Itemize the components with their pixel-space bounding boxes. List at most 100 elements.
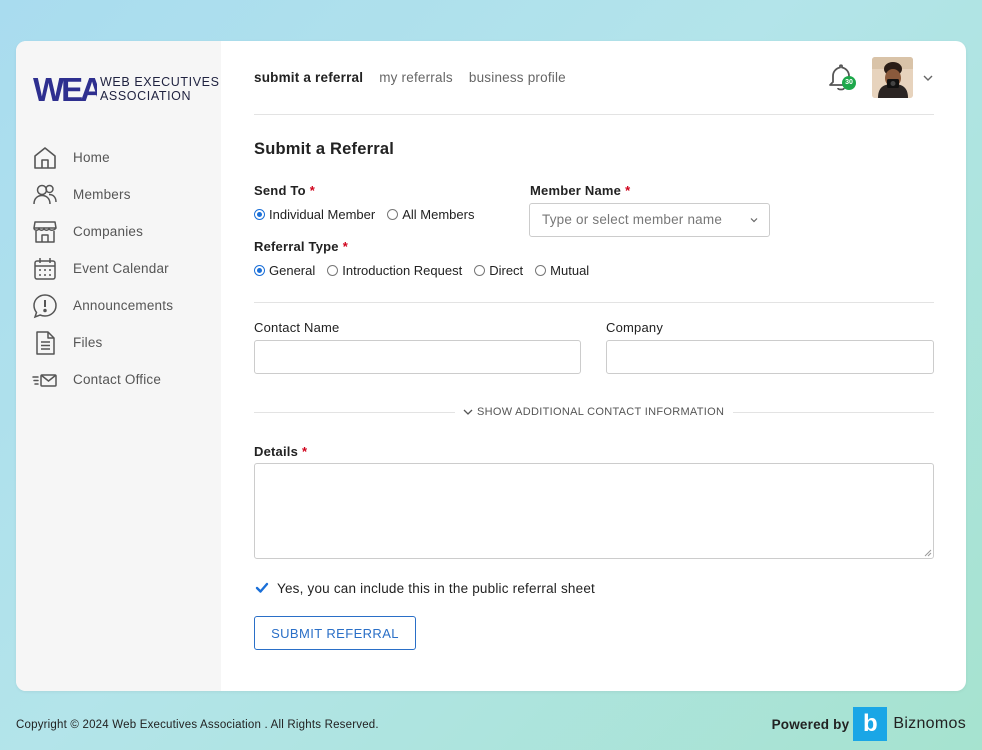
public-referral-checkbox-label[interactable]: Yes, you can include this in the public … <box>277 581 595 596</box>
sidebar-item-companies[interactable]: Companies <box>32 213 173 250</box>
powered-by[interactable]: Powered by b Biznomos <box>772 707 966 741</box>
required-marker: * <box>625 183 631 198</box>
header-divider <box>254 114 934 115</box>
contact-name-label: Contact Name <box>254 320 340 335</box>
sidebar-item-members[interactable]: Members <box>32 176 173 213</box>
brand-name-line1: WEB EXECUTIVES <box>100 75 220 89</box>
sidebar-item-contact-office[interactable]: Contact Office <box>32 361 173 398</box>
tab-submit-referral[interactable]: submit a referral <box>254 70 363 85</box>
user-area: 30 <box>828 57 934 98</box>
details-label: Details * <box>254 444 307 459</box>
sidebar-item-files[interactable]: Files <box>32 324 173 361</box>
show-additional-label: SHOW ADDITIONAL CONTACT INFORMATION <box>477 406 725 418</box>
send-to-radio-group: Individual Member All Members <box>254 207 486 222</box>
radio-label: Introduction Request <box>342 263 463 278</box>
sidebar-item-label: Announcements <box>73 298 174 313</box>
wea-logo-mark: WEA <box>33 71 97 107</box>
radio-label: Individual Member <box>269 207 376 222</box>
radio-button[interactable] <box>327 265 339 276</box>
brand-name-line2: ASSOCIATION <box>100 89 192 103</box>
contact-name-input[interactable] <box>254 340 581 374</box>
sidebar-item-label: Companies <box>73 224 144 239</box>
app-card: WEA WEB EXECUTIVES ASSOCIATION Home Memb… <box>16 41 966 691</box>
submit-referral-button[interactable]: SUBMIT REFERRAL <box>254 616 416 650</box>
required-marker: * <box>342 239 348 254</box>
avatar[interactable] <box>872 57 913 98</box>
divider-left <box>254 412 455 413</box>
chevron-down-icon <box>463 409 473 415</box>
sidebar-nav: Home Members Companies Event Calendar An… <box>32 139 173 398</box>
referral-type-radio-group: General Introduction Request Direct Mutu… <box>254 263 601 278</box>
calendar-icon <box>32 256 58 282</box>
radio-button-selected[interactable] <box>254 265 265 276</box>
radio-individual-member[interactable]: Individual Member <box>254 207 375 222</box>
radio-button-selected[interactable] <box>254 209 265 220</box>
radio-button[interactable] <box>535 265 547 276</box>
copyright-text: Copyright © 2024 Web Executives Associat… <box>16 719 379 731</box>
radio-direct[interactable]: Direct <box>474 263 523 278</box>
company-input[interactable] <box>606 340 934 374</box>
details-label-text: Details <box>254 444 299 459</box>
main-content: submit a referral my referrals business … <box>254 41 934 691</box>
radio-button[interactable] <box>387 209 399 220</box>
page-title: Submit a Referral <box>254 140 395 158</box>
member-name-label-text: Member Name <box>530 183 622 198</box>
divider-right <box>733 412 934 413</box>
storefront-icon <box>32 219 58 245</box>
radio-mutual[interactable]: Mutual <box>535 263 589 278</box>
member-name-placeholder: Type or select member name <box>542 212 723 227</box>
referral-type-label: Referral Type * <box>254 239 348 254</box>
tab-my-referrals[interactable]: my referrals <box>379 70 453 85</box>
envelope-icon <box>32 367 58 393</box>
sidebar-item-label: Members <box>73 187 131 202</box>
sidebar-item-label: Event Calendar <box>73 261 169 276</box>
required-marker: * <box>309 183 315 198</box>
company-label: Company <box>606 320 664 335</box>
sidebar-item-label: Contact Office <box>73 372 162 387</box>
tab-business-profile[interactable]: business profile <box>469 70 566 85</box>
brand-logo[interactable]: WEA WEB EXECUTIVES ASSOCIATION <box>33 71 220 107</box>
resize-handle-icon[interactable] <box>924 549 932 557</box>
sidebar-item-event-calendar[interactable]: Event Calendar <box>32 250 173 287</box>
top-tabs: submit a referral my referrals business … <box>254 70 566 85</box>
brand-name: WEB EXECUTIVES ASSOCIATION <box>100 75 220 103</box>
biznomos-logo-icon: b <box>853 707 888 741</box>
referral-type-label-text: Referral Type <box>254 239 339 254</box>
sidebar-item-label: Files <box>73 335 103 350</box>
file-icon <box>32 330 58 356</box>
sidebar: WEA WEB EXECUTIVES ASSOCIATION Home Memb… <box>16 41 221 691</box>
chevron-down-icon <box>750 218 758 223</box>
powered-by-label: Powered by <box>771 716 850 732</box>
show-additional-contact-toggle[interactable]: SHOW ADDITIONAL CONTACT INFORMATION <box>463 406 724 418</box>
radio-button[interactable] <box>474 265 486 276</box>
member-name-select[interactable]: Type or select member name <box>529 203 770 237</box>
public-referral-checkbox[interactable] <box>254 580 270 596</box>
radio-label: General <box>269 263 316 278</box>
send-to-label-text: Send To <box>254 183 306 198</box>
radio-all-members[interactable]: All Members <box>387 207 474 222</box>
send-to-label: Send To * <box>254 183 315 198</box>
details-textarea[interactable] <box>254 463 934 559</box>
sidebar-item-announcements[interactable]: Announcements <box>32 287 173 324</box>
chevron-down-icon[interactable] <box>922 72 934 84</box>
sidebar-item-home[interactable]: Home <box>32 139 173 176</box>
avatar-photo <box>872 57 913 98</box>
public-referral-checkbox-row: Yes, you can include this in the public … <box>254 580 595 596</box>
radio-introduction-request[interactable]: Introduction Request <box>327 263 462 278</box>
sidebar-item-label: Home <box>73 150 110 165</box>
radio-label: Mutual <box>550 263 590 278</box>
members-icon <box>32 182 58 208</box>
radio-label: Direct <box>489 263 524 278</box>
notification-count-badge: 30 <box>842 75 856 90</box>
checkmark-icon <box>255 582 269 593</box>
member-name-label: Member Name * <box>530 183 630 198</box>
section-divider <box>254 302 934 303</box>
notifications-button[interactable]: 30 <box>828 63 856 93</box>
provider-name: Biznomos <box>893 715 966 732</box>
required-marker: * <box>302 444 308 459</box>
home-icon <box>32 145 58 171</box>
radio-general[interactable]: General <box>254 263 315 278</box>
radio-label: All Members <box>402 207 475 222</box>
logo-letters: WEA <box>33 71 97 107</box>
announcement-icon <box>32 293 58 319</box>
